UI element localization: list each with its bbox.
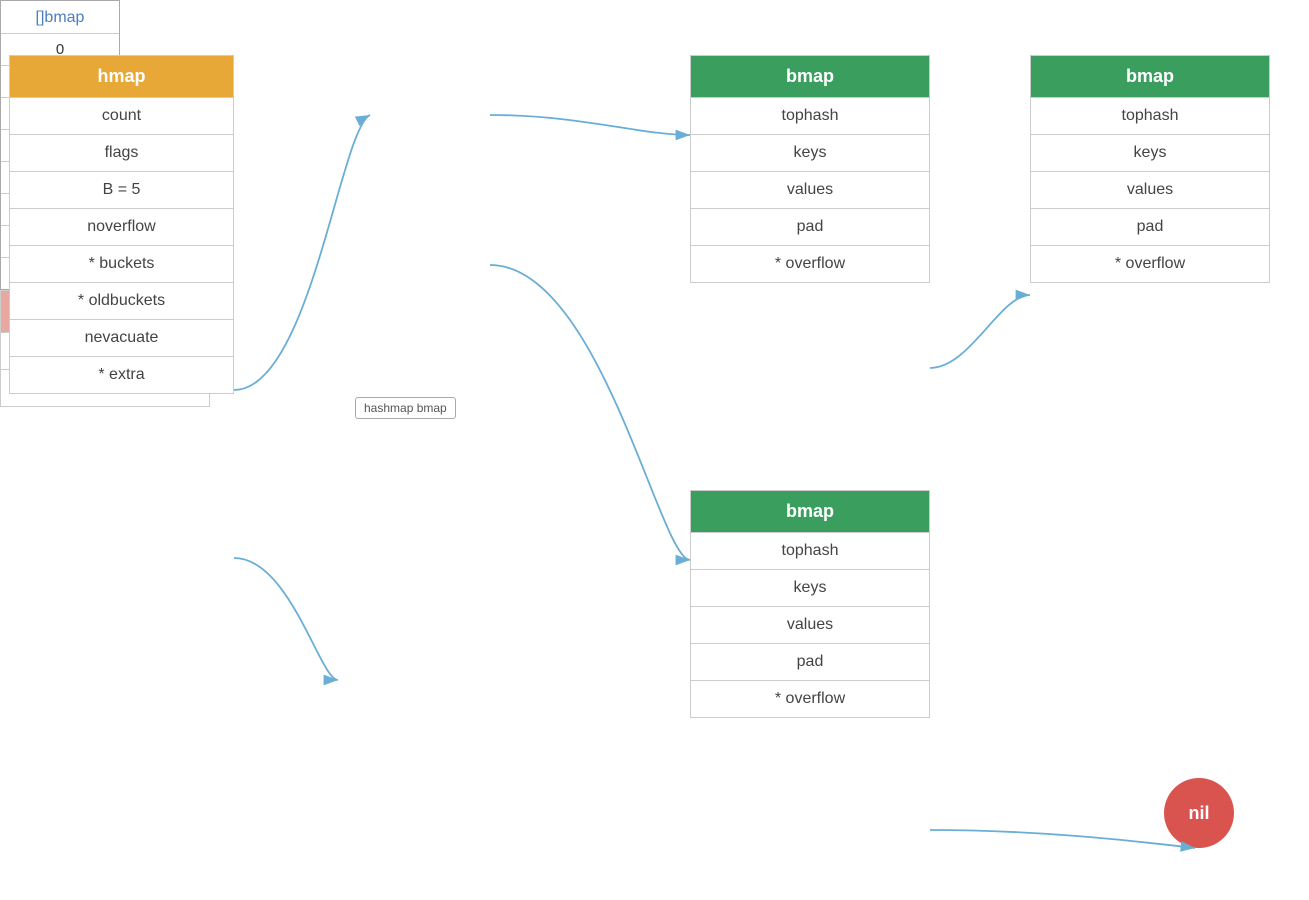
hmap-field-extra: * extra (10, 356, 233, 393)
bmap3-pad: pad (691, 643, 929, 680)
bmap1-box: bmap tophash keys values pad * overflow (690, 55, 930, 283)
bmap2-values: values (1031, 171, 1269, 208)
bmap2-pad: pad (1031, 208, 1269, 245)
hmap-field-buckets: * buckets (10, 245, 233, 282)
bmap1-header: bmap (691, 56, 929, 97)
bmap1-values: values (691, 171, 929, 208)
bmap2-box: bmap tophash keys values pad * overflow (1030, 55, 1270, 283)
hmap-box: hmap count flags B = 5 noverflow * bucke… (9, 55, 234, 394)
bmap3-header: bmap (691, 491, 929, 532)
hmap-field-nevacuate: nevacuate (10, 319, 233, 356)
tooltip-text: hashmap bmap (364, 401, 447, 415)
bmap3-tophash: tophash (691, 532, 929, 569)
bmap1-keys: keys (691, 134, 929, 171)
bmap2-tophash: tophash (1031, 97, 1269, 134)
bmap1-overflow: * overflow (691, 245, 929, 282)
tooltip-hashmap: hashmap bmap (355, 397, 456, 419)
array-title: []bmap (1, 1, 119, 33)
hmap-field-count: count (10, 97, 233, 134)
bmap2-overflow: * overflow (1031, 245, 1269, 282)
bmap2-header: bmap (1031, 56, 1269, 97)
bmap1-pad: pad (691, 208, 929, 245)
bmap3-overflow: * overflow (691, 680, 929, 717)
hmap-field-oldbuckets: * oldbuckets (10, 282, 233, 319)
bmap3-keys: keys (691, 569, 929, 606)
bmap2-keys: keys (1031, 134, 1269, 171)
nil-circle: nil (1164, 778, 1234, 848)
hmap-field-b: B = 5 (10, 171, 233, 208)
bmap1-tophash: tophash (691, 97, 929, 134)
bmap3-box: bmap tophash keys values pad * overflow (690, 490, 930, 718)
hmap-field-flags: flags (10, 134, 233, 171)
bmap3-values: values (691, 606, 929, 643)
hmap-header: hmap (10, 56, 233, 97)
diagram-container: hmap count flags B = 5 noverflow * bucke… (0, 0, 1309, 900)
nil-label: nil (1189, 803, 1210, 824)
hmap-field-noverflow: noverflow (10, 208, 233, 245)
